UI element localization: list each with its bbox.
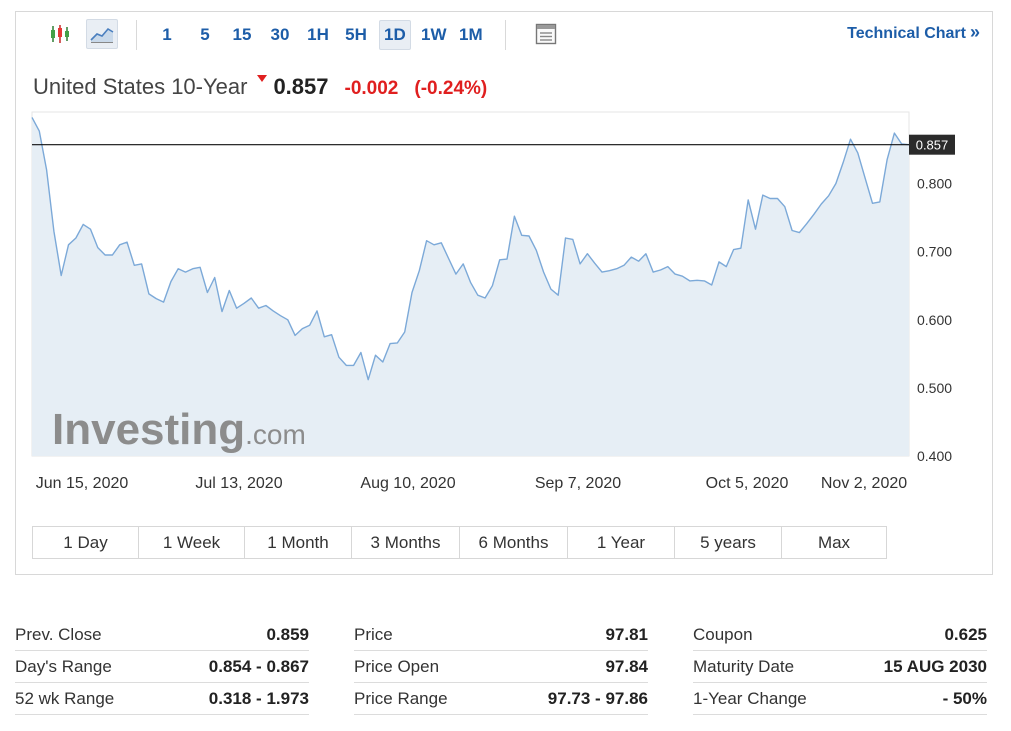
stat-label: Day's Range: [15, 656, 112, 676]
period-selector: 1 Day 1 Week 1 Month 3 Months 6 Months 1…: [32, 526, 887, 559]
stats-column-1: Prev. Close 0.859 Day's Range 0.854 - 0.…: [15, 619, 309, 715]
period-1-day[interactable]: 1 Day: [33, 527, 139, 558]
period-5-years[interactable]: 5 years: [675, 527, 782, 558]
chart-svg: Investing.com 0.857 0.400 0.500 0.600 0.700…: [31, 111, 955, 492]
period-3-months[interactable]: 3 Months: [352, 527, 460, 558]
y-tick-label: 0.800: [917, 176, 952, 192]
stat-label: Coupon: [693, 624, 753, 644]
stat-maturity-date: Maturity Date 15 AUG 2030: [693, 651, 987, 683]
stat-value: 0.625: [944, 624, 987, 644]
stat-label: Price Open: [354, 656, 440, 676]
watermark-suffix: .com: [245, 419, 306, 450]
current-value-label: 0.857: [916, 138, 949, 153]
stat-label: Price Range: [354, 688, 448, 708]
stat-52wk-range: 52 wk Range 0.318 - 1.973: [15, 683, 309, 715]
y-tick-label: 0.500: [917, 380, 952, 396]
period-max[interactable]: Max: [782, 527, 886, 558]
stat-coupon: Coupon 0.625: [693, 619, 987, 651]
stat-label: Prev. Close: [15, 624, 102, 644]
stat-value: 97.81: [605, 624, 648, 644]
watermark-brand: Investing: [52, 405, 245, 454]
stat-label: Maturity Date: [693, 656, 795, 676]
x-tick-label: Nov 2, 2020: [821, 475, 907, 492]
y-tick-label: 0.700: [917, 244, 952, 260]
stat-value: 0.854 - 0.867: [208, 656, 309, 676]
y-tick-label: 0.400: [917, 448, 952, 464]
stat-value: 0.318 - 1.973: [208, 688, 309, 708]
stat-value: 97.73 - 97.86: [547, 688, 648, 708]
chart-widget: 1 5 15 30 1H 5H 1D 1W 1M Technical Chart…: [15, 11, 993, 575]
price-chart[interactable]: Investing.com 0.857 0.400 0.500 0.600 0.700…: [16, 12, 992, 507]
period-1-month[interactable]: 1 Month: [245, 527, 352, 558]
stat-value: 97.84: [605, 656, 648, 676]
stat-label: Price: [354, 624, 393, 644]
stat-prev-close: Prev. Close 0.859: [15, 619, 309, 651]
y-tick-label: 0.600: [917, 312, 952, 328]
x-tick-label: Oct 5, 2020: [706, 475, 789, 492]
period-1-year[interactable]: 1 Year: [568, 527, 675, 558]
stat-value: 0.859: [266, 624, 309, 644]
x-tick-label: Sep 7, 2020: [535, 475, 621, 492]
x-tick-label: Jun 15, 2020: [36, 475, 129, 492]
stat-price: Price 97.81: [354, 619, 648, 651]
period-6-months[interactable]: 6 Months: [460, 527, 568, 558]
stat-1-year-change: 1-Year Change - 50%: [693, 683, 987, 715]
x-tick-label: Jul 13, 2020: [195, 475, 282, 492]
stat-price-range: Price Range 97.73 - 97.86: [354, 683, 648, 715]
stat-days-range: Day's Range 0.854 - 0.867: [15, 651, 309, 683]
period-1-week[interactable]: 1 Week: [139, 527, 245, 558]
stat-label: 52 wk Range: [15, 688, 115, 708]
stat-label: 1-Year Change: [693, 688, 807, 708]
stat-value: - 50%: [942, 688, 987, 708]
stats-column-3: Coupon 0.625 Maturity Date 15 AUG 2030 1…: [693, 619, 987, 715]
x-tick-label: Aug 10, 2020: [360, 475, 455, 492]
stats-column-2: Price 97.81 Price Open 97.84 Price Range…: [354, 619, 648, 715]
stat-price-open: Price Open 97.84: [354, 651, 648, 683]
stat-value: 15 AUG 2030: [883, 656, 987, 676]
